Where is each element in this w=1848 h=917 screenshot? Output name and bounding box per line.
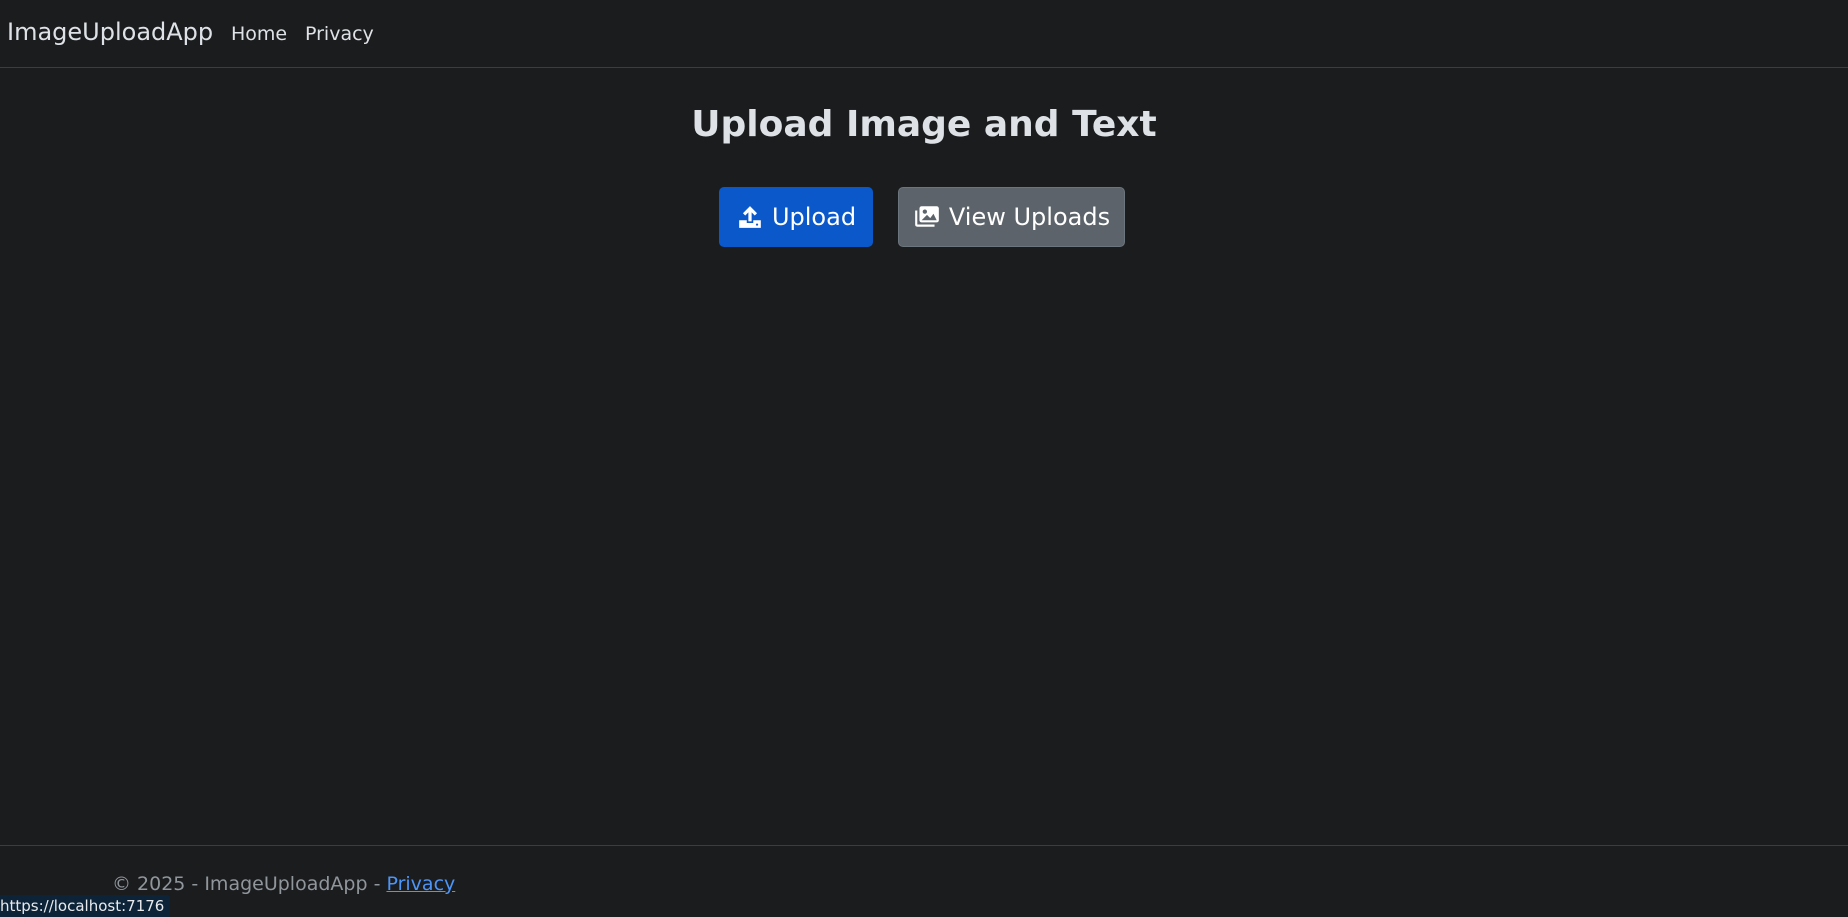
images-icon (913, 203, 941, 231)
nav-link-privacy[interactable]: Privacy (305, 23, 374, 45)
status-bar-url: https://localhost:7176 (0, 895, 171, 917)
upload-button-label: Upload (771, 203, 857, 231)
top-navbar: ImageUploadApp Home Privacy (0, 0, 1848, 68)
view-uploads-button[interactable]: View Uploads (898, 187, 1125, 247)
nav-link-home[interactable]: Home (231, 23, 287, 45)
brand-link[interactable]: ImageUploadApp (7, 18, 213, 46)
footer-privacy-link[interactable]: Privacy (386, 873, 455, 895)
upload-icon (736, 203, 764, 231)
upload-button[interactable]: Upload (719, 187, 873, 247)
footer-text: © 2025 - ImageUploadApp - Privacy (112, 873, 455, 895)
page-footer: © 2025 - ImageUploadApp - Privacy (0, 845, 1848, 917)
view-uploads-button-label: View Uploads (948, 203, 1111, 231)
copyright-text: © 2025 - ImageUploadApp - (112, 873, 387, 895)
page-title: Upload Image and Text (691, 104, 1157, 145)
